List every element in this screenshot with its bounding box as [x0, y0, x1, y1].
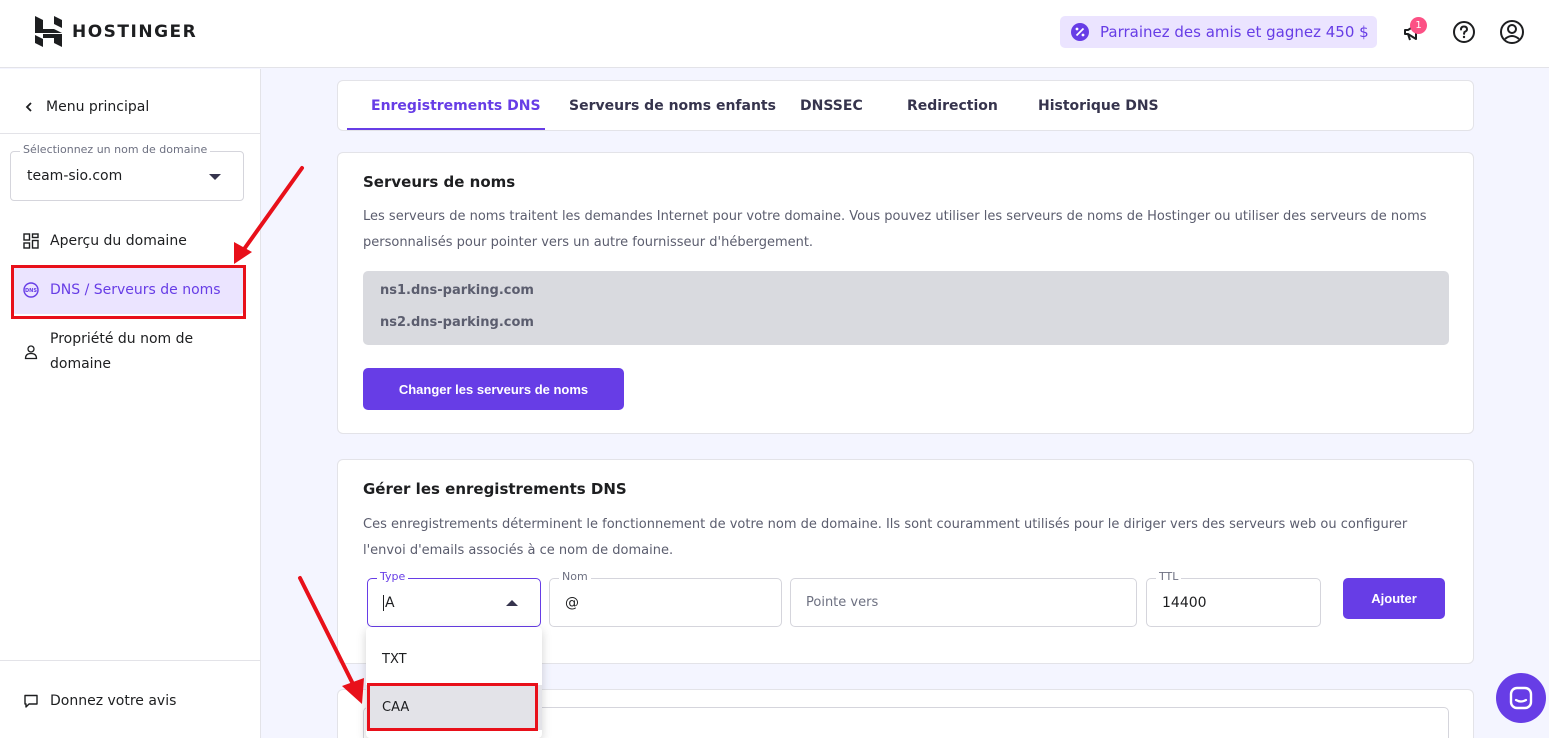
nameserver-list: ns1.dns-parking.com ns2.dns-parking.com — [363, 271, 1449, 345]
change-nameservers-button[interactable]: Changer les serveurs de noms — [363, 368, 624, 410]
caret-up-icon — [506, 600, 518, 606]
hostinger-logo-icon — [35, 16, 62, 47]
name-label: Nom — [559, 570, 591, 583]
dns-records-description: Ces enregistrements déterminent le fonct… — [363, 517, 1408, 558]
feedback-link[interactable]: Donnez votre avis — [12, 689, 244, 713]
sidebar-divider — [0, 660, 260, 661]
caret-down-icon — [209, 174, 221, 180]
grid-icon — [23, 233, 39, 249]
nameservers-card: Serveurs de noms Les serveurs de noms tr… — [337, 152, 1474, 434]
sidebar: Menu principal Sélectionnez un nom de do… — [0, 69, 261, 738]
type-select[interactable]: Type A — [367, 570, 541, 627]
discount-badge-icon — [1071, 23, 1089, 41]
help-button[interactable] — [1450, 18, 1478, 46]
type-label: Type — [377, 570, 409, 583]
account-button[interactable] — [1498, 18, 1526, 46]
notification-badge: 1 — [1410, 17, 1427, 34]
sidebar-item-dns[interactable]: DNS DNS / Serveurs de noms — [12, 266, 244, 314]
sidebar-divider — [0, 133, 260, 134]
type-value: A — [383, 595, 395, 611]
dns-records-title: Gérer les enregistrements DNS — [363, 480, 627, 498]
nameservers-description: Les serveurs de noms traitent les demand… — [363, 209, 1427, 250]
domain-select-value: team-sio.com — [27, 168, 123, 184]
dns-tabs: Enregistrements DNS Serveurs de noms enf… — [337, 80, 1474, 131]
dns-icon: DNS — [23, 282, 39, 298]
nameserver-2: ns2.dns-parking.com — [380, 315, 534, 330]
nameservers-title: Serveurs de noms — [363, 173, 516, 191]
chevron-left-icon — [25, 102, 32, 112]
points-to-field[interactable]: Pointe vers — [790, 578, 1137, 627]
nameserver-1: ns1.dns-parking.com — [380, 283, 534, 298]
main-menu-label: Menu principal — [46, 99, 150, 115]
tab-dnssec[interactable]: DNSSEC — [800, 98, 863, 114]
type-dropdown-menu: TXT CAA — [366, 627, 542, 738]
hostinger-logo[interactable]: HOSTINGER — [35, 16, 197, 47]
tab-dns-records[interactable]: Enregistrements DNS — [371, 98, 541, 114]
tab-redirection[interactable]: Redirection — [907, 98, 998, 114]
add-record-button[interactable]: Ajouter — [1343, 578, 1445, 619]
chat-icon — [1509, 686, 1533, 710]
ttl-value: 14400 — [1162, 595, 1207, 611]
points-to-placeholder: Pointe vers — [806, 595, 879, 610]
tab-child-nameservers[interactable]: Serveurs de noms enfants — [569, 98, 776, 114]
top-header: HOSTINGER Parrainez des amis et gagnez 4… — [0, 0, 1549, 68]
sidebar-item-domain-ownership[interactable]: Propriété du nom de domaine — [12, 327, 244, 377]
name-field[interactable]: Nom @ — [549, 570, 782, 627]
domain-select-label: Sélectionnez un nom de domaine — [20, 143, 211, 156]
svg-text:DNS: DNS — [25, 288, 37, 294]
live-chat-button[interactable] — [1496, 673, 1546, 723]
chat-icon — [24, 694, 38, 708]
active-tab-indicator — [347, 128, 545, 130]
ttl-label: TTL — [1156, 570, 1182, 583]
domain-select[interactable]: Sélectionnez un nom de domaine team-sio.… — [10, 143, 244, 201]
sidebar-item-label: DNS / Serveurs de noms — [50, 282, 221, 298]
tab-dns-history[interactable]: Historique DNS — [1038, 98, 1159, 114]
type-option-txt[interactable]: TXT — [366, 637, 542, 682]
referral-label: Parrainez des amis et gagnez 450 $ — [1100, 23, 1369, 41]
user-icon — [24, 345, 38, 360]
type-option-caa[interactable]: CAA — [366, 685, 542, 730]
help-icon — [1453, 21, 1475, 43]
sidebar-item-domain-overview[interactable]: Aperçu du domaine — [12, 229, 244, 253]
user-circle-icon — [1500, 20, 1524, 44]
logo-text: HOSTINGER — [72, 21, 198, 42]
main-menu-link[interactable]: Menu principal — [24, 99, 149, 115]
feedback-label: Donnez votre avis — [50, 693, 177, 709]
referral-button[interactable]: Parrainez des amis et gagnez 450 $ — [1060, 16, 1377, 48]
name-value: @ — [565, 595, 579, 611]
sidebar-item-label: Aperçu du domaine — [50, 233, 187, 249]
ttl-field[interactable]: TTL 14400 — [1146, 570, 1321, 627]
sidebar-item-label: Propriété du nom de domaine — [50, 331, 194, 372]
